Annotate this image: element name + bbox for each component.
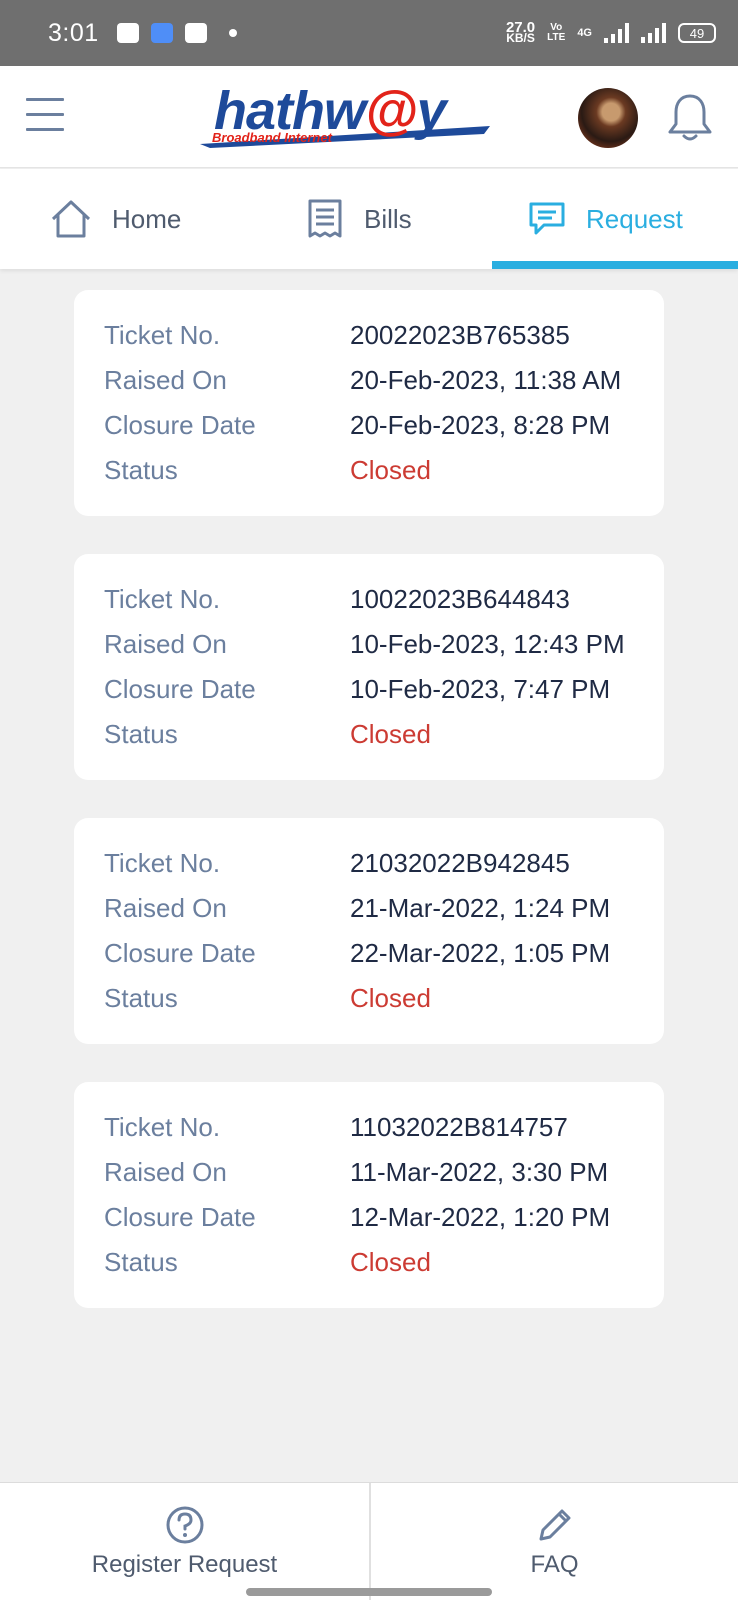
home-icon: [51, 200, 91, 238]
message-icon: [116, 23, 139, 43]
register-request-label: Register Request: [91, 1551, 278, 1578]
volte-indicator: Vo LTE: [547, 22, 566, 43]
more-notifications-icon: [228, 29, 237, 37]
status-value: Closed: [350, 1247, 431, 1277]
tab-home-label: Home: [112, 203, 182, 234]
status-value: Closed: [350, 983, 431, 1013]
closure-date-label: Closure Date: [104, 674, 256, 704]
ticket-no-value: 11032022B814757: [350, 1112, 568, 1142]
closure-date-value: 10-Feb-2023, 7:47 PM: [350, 674, 611, 704]
status-right: 27.0 KB/S Vo LTE 4G 49: [505, 19, 716, 45]
bottom-action-bar: Register Request FAQ: [0, 1482, 738, 1600]
avatar[interactable]: [578, 88, 638, 148]
raised-on-value: 10-Feb-2023, 12:43 PM: [350, 629, 625, 659]
ticket-card[interactable]: Ticket No. 20022023B765385 Raised On 20-Fe…: [74, 290, 664, 516]
closure-date-value: 12-Mar-2022, 1:20 PM: [350, 1202, 611, 1232]
signal-icon: [604, 23, 629, 43]
closure-date-label: Closure Date: [104, 938, 256, 968]
closure-date-value: 22-Mar-2022, 1:05 PM: [350, 938, 611, 968]
tab-bar: Home Bills Request: [0, 169, 738, 269]
ticket-no-value: 21032022B942845: [350, 848, 570, 878]
ticket-no-label: Ticket No.: [104, 848, 221, 878]
status-label: Status: [104, 1247, 178, 1277]
menu-icon[interactable]: [26, 98, 64, 132]
ticket-no-value: 10022023B644843: [350, 584, 570, 614]
status-time: 3:01: [48, 18, 99, 47]
closure-date-label: Closure Date: [104, 1202, 256, 1232]
active-tab-indicator: [492, 261, 738, 269]
ticket-card[interactable]: Ticket No. 10022023B644843 Raised On 10-Fe…: [74, 554, 664, 780]
tab-request-label: Request: [586, 203, 683, 234]
register-request-button[interactable]: Register Request: [0, 1483, 369, 1600]
app-header: hathw@y Broadband Internet: [0, 66, 738, 168]
logo-tagline: Broadband Internet: [212, 130, 332, 145]
raised-on-value: 20-Feb-2023, 11:38 AM: [350, 365, 622, 395]
status-value: Closed: [350, 455, 431, 485]
tab-home[interactable]: Home: [50, 169, 181, 269]
network-type: 4G: [577, 27, 592, 39]
bell-icon[interactable]: [666, 92, 714, 144]
ticket-no-value: 20022023B765385: [350, 320, 570, 350]
ticket-no-label: Ticket No.: [104, 1112, 221, 1142]
status-label: Status: [104, 455, 178, 485]
raised-on-value: 11-Mar-2022, 3:30 PM: [350, 1157, 609, 1187]
faq-label: FAQ: [530, 1551, 579, 1578]
raised-on-label: Raised On: [104, 1157, 227, 1187]
faq-button[interactable]: FAQ: [369, 1483, 738, 1600]
ticket-card[interactable]: Ticket No. 11032022B814757 Raised On 11-Ma…: [74, 1082, 664, 1308]
ticket-card[interactable]: Ticket No. 21032022B942845 Raised On 21-Ma…: [74, 818, 664, 1044]
youtube-icon: [184, 23, 207, 43]
network-speed: 27.0 KB/S: [505, 19, 536, 45]
raised-on-label: Raised On: [104, 365, 227, 395]
ticket-no-label: Ticket No.: [104, 584, 221, 614]
notification-icons: [116, 23, 237, 43]
tab-bills-label: Bills: [364, 203, 412, 234]
receipt-icon: [308, 199, 342, 238]
closure-date-label: Closure Date: [104, 410, 256, 440]
status-label: Status: [104, 719, 178, 749]
battery-level: 49: [689, 25, 705, 41]
raised-on-label: Raised On: [104, 893, 227, 923]
status-value: Closed: [350, 719, 431, 749]
status-label: Status: [104, 983, 178, 1013]
app-icon: [150, 23, 173, 43]
signal-icon-2: [641, 23, 666, 43]
ticket-list: Ticket No. 20022023B765385 Raised On 20-Fe…: [74, 290, 664, 1346]
closure-date-value: 20-Feb-2023, 8:28 PM: [350, 410, 611, 440]
tab-request[interactable]: Request: [528, 169, 683, 269]
chat-icon: [529, 202, 565, 235]
raised-on-value: 21-Mar-2022, 1:24 PM: [350, 893, 611, 923]
tab-bills[interactable]: Bills: [306, 169, 412, 269]
pencil-icon: [539, 1509, 570, 1541]
battery-icon: 49: [678, 23, 716, 43]
home-indicator[interactable]: [246, 1588, 492, 1596]
ticket-no-label: Ticket No.: [104, 320, 221, 350]
hathway-logo: hathw@y Broadband Internet: [200, 81, 500, 152]
question-circle-icon: [166, 1506, 203, 1544]
raised-on-label: Raised On: [104, 629, 227, 659]
status-bar: 3:01 27.0 KB/S Vo LTE 4G 49: [0, 0, 738, 66]
